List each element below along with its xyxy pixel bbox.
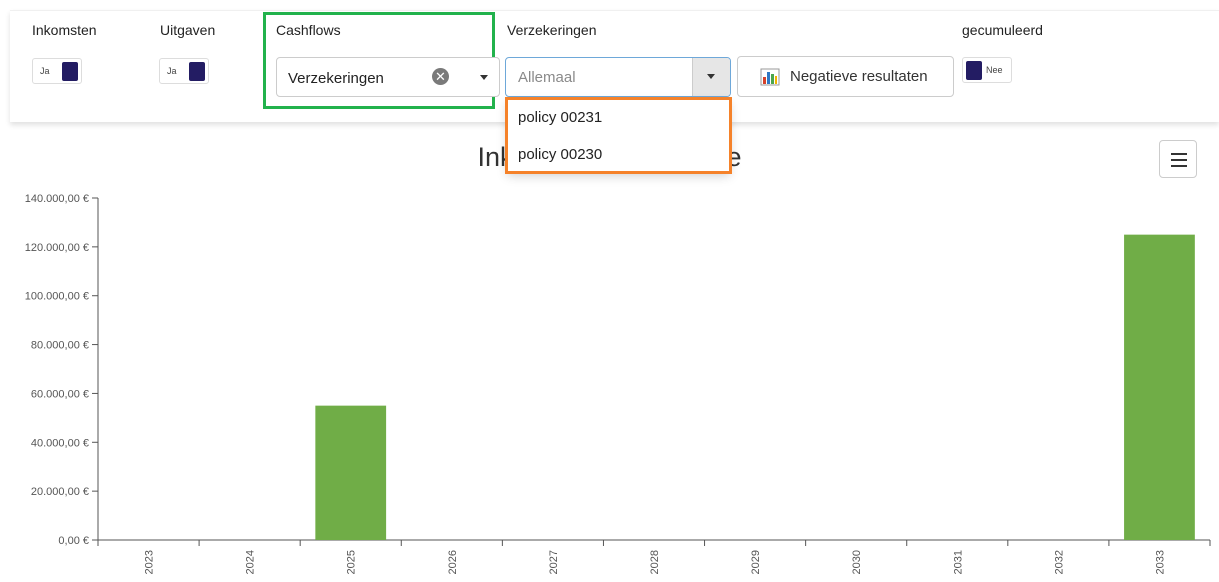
y-tick-label: 120.000,00 € [25, 242, 89, 254]
x-tick-label: 2026 [447, 550, 459, 574]
cumulative-toggle[interactable]: Nee [962, 57, 1012, 83]
menu-icon [1171, 159, 1187, 161]
expenses-label: Uitgaven [160, 22, 216, 38]
dropdown-highlight-box [505, 97, 732, 174]
cumulative-label: gecumuleerd [962, 22, 1043, 38]
income-label: Inkomsten [32, 22, 97, 38]
cashflows-label: Cashflows [276, 22, 341, 38]
toggle-knob [189, 62, 205, 81]
x-tick-label: 2030 [851, 550, 863, 574]
toggle-knob [966, 61, 982, 80]
income-toggle[interactable]: Ja [32, 58, 82, 84]
income-toggle-text: Ja [40, 66, 50, 76]
bar-chart-icon [760, 68, 780, 86]
insurances-label: Verzekeringen [507, 22, 597, 38]
y-tick-label: 140.000,00 € [25, 193, 89, 205]
menu-icon [1171, 153, 1187, 155]
x-tick-label: 2023 [144, 550, 156, 574]
insurances-dropdown-button[interactable] [692, 58, 730, 96]
x-tick-label: 2024 [245, 550, 257, 574]
x-tick-label: 2032 [1053, 550, 1065, 574]
y-tick-label: 80.000,00 € [31, 340, 89, 352]
y-tick-label: 40.000,00 € [31, 437, 89, 449]
bar-2025 [315, 405, 387, 540]
clear-icon[interactable]: ✕ [432, 68, 449, 85]
menu-icon [1171, 165, 1187, 167]
toggle-knob [62, 62, 78, 81]
chevron-down-icon[interactable] [480, 75, 488, 80]
bar-2033 [1124, 234, 1195, 540]
x-tick-label: 2029 [750, 550, 762, 574]
insurances-placeholder: Allemaal [518, 69, 576, 86]
x-tick-label: 2031 [952, 550, 964, 574]
y-tick-label: 0,00 € [58, 535, 89, 547]
y-tick-label: 100.000,00 € [25, 291, 89, 303]
chart-menu-button[interactable] [1159, 140, 1197, 178]
x-tick-label: 2028 [649, 550, 661, 574]
x-tick-label: 2027 [548, 550, 560, 574]
negative-results-button[interactable]: Negatieve resultaten [737, 56, 954, 97]
x-tick-label: 2025 [346, 550, 358, 574]
negative-results-label: Negatieve resultaten [790, 68, 928, 85]
y-tick-label: 20.000,00 € [31, 486, 89, 498]
insurances-select[interactable]: Allemaal [505, 57, 731, 97]
cashflows-select[interactable]: Verzekeringen ✕ [276, 57, 500, 97]
expenses-toggle-text: Ja [167, 66, 177, 76]
cashflows-select-value: Verzekeringen [288, 70, 384, 87]
chevron-down-icon [707, 74, 715, 79]
x-tick-label: 2033 [1154, 550, 1166, 574]
y-tick-label: 60.000,00 € [31, 388, 89, 400]
cumulative-toggle-text: Nee [986, 65, 1003, 75]
expenses-toggle[interactable]: Ja [159, 58, 209, 84]
